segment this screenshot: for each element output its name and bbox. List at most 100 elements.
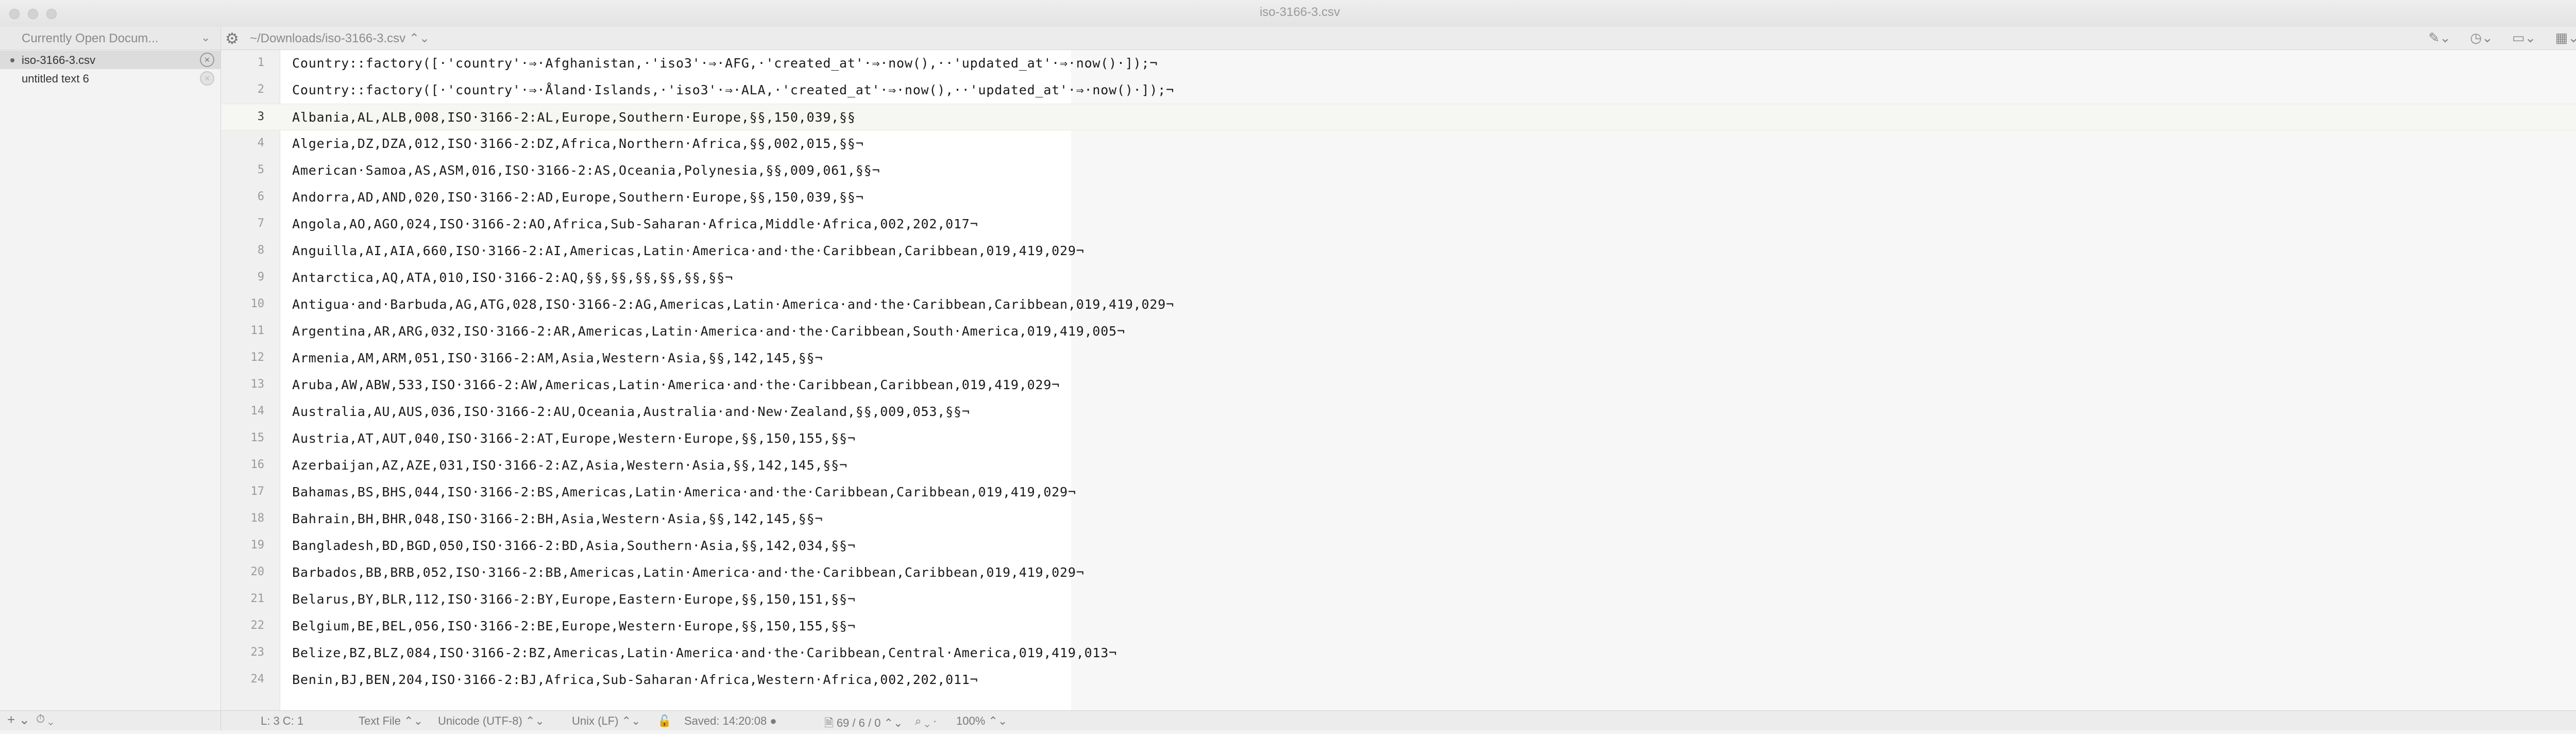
line-number: 20: [250, 565, 265, 578]
line-number: 7: [257, 217, 264, 230]
line-text[interactable]: Belgium,BE,BEL,056,ISO·3166-2:BE,Europe,…: [292, 619, 856, 633]
editor-line[interactable]: 4 Algeria,DZ,DZA,012,ISO·3166-2:DZ,Africa…: [221, 130, 2576, 157]
lock-icon[interactable]: 🔓: [657, 714, 671, 728]
editor-line[interactable]: 17 Bahamas,BS,BHS,044,ISO·3166-2:BS,Ameri…: [221, 479, 2576, 506]
editor-line[interactable]: 19 Bangladesh,BD,BGD,050,ISO·3166-2:BD,As…: [221, 532, 2576, 559]
editor-line[interactable]: 16 Azerbaijan,AZ,AZE,031,ISO·3166-2:AZ,As…: [221, 452, 2576, 479]
unsaved-indicator-icon: [10, 58, 14, 62]
line-text[interactable]: Australia,AU,AUS,036,ISO·3166-2:AU,Ocean…: [292, 404, 970, 419]
line-text[interactable]: Barbados,BB,BRB,052,ISO·3166-2:BB,Americ…: [292, 565, 1084, 580]
line-text[interactable]: Bangladesh,BD,BGD,050,ISO·3166-2:BD,Asia…: [292, 538, 856, 553]
gear-icon[interactable]: ⚙: [225, 30, 239, 48]
sidebar-tools: + ⌄ ⏱ ⌄: [0, 711, 221, 730]
line-text[interactable]: Bahamas,BS,BHS,044,ISO·3166-2:BS,America…: [292, 485, 1076, 499]
line-endings-popup[interactable]: Unix (LF) ⌃⌄: [572, 714, 640, 728]
line-number: 3: [257, 110, 264, 123]
line-text[interactable]: Belarus,BY,BLR,112,ISO·3166-2:BY,Europe,…: [292, 592, 856, 607]
editor-line[interactable]: 23 Belize,BZ,BLZ,084,ISO·3166-2:BZ,Americ…: [221, 640, 2576, 666]
editor-line[interactable]: 6 Andorra,AD,AND,020,ISO·3166-2:AD,Europe…: [221, 184, 2576, 211]
cursor-position[interactable]: L: 3 C: 1: [261, 714, 303, 728]
editor-window: iso-3166-3.csv Currently Open Docum... ⌄…: [0, 0, 2576, 730]
editor-line[interactable]: 11 Argentina,AR,ARG,032,ISO·3166-2:AR,Ame…: [221, 318, 2576, 345]
editor-line[interactable]: 9 Antarctica,AQ,ATA,010,ISO·3166-2:AQ,§§,…: [221, 264, 2576, 291]
line-number: 22: [250, 619, 265, 632]
line-text[interactable]: Antarctica,AQ,ATA,010,ISO·3166-2:AQ,§§,§…: [292, 270, 733, 285]
pen-icon[interactable]: ✎⌄: [2429, 30, 2451, 45]
line-number: 2: [257, 83, 264, 96]
line-number: 23: [250, 646, 265, 659]
line-text[interactable]: Armenia,AM,ARM,051,ISO·3166-2:AM,Asia,We…: [292, 351, 823, 365]
saved-status: Saved: 14:20:08 ●: [684, 714, 777, 727]
text-editor[interactable]: 1 Country::factory([·'country'·⇒·Afghanis…: [221, 50, 2576, 710]
recent-history-button[interactable]: ⏱ ⌄: [36, 712, 54, 726]
line-text[interactable]: Argentina,AR,ARG,032,ISO·3166-2:AR,Ameri…: [292, 324, 1125, 339]
line-text[interactable]: Andorra,AD,AND,020,ISO·3166-2:AD,Europe,…: [292, 190, 864, 205]
editor-line[interactable]: 13 Aruba,AW,ABW,533,ISO·3166-2:AW,America…: [221, 372, 2576, 398]
line-text[interactable]: Angola,AO,AGO,024,ISO·3166-2:AO,Africa,S…: [292, 216, 978, 231]
line-number: 11: [250, 324, 265, 337]
window-layout-icon[interactable]: ▦⌄: [2555, 30, 2576, 45]
line-text[interactable]: Aruba,AW,ABW,533,ISO·3166-2:AW,Americas,…: [292, 377, 1060, 392]
editor-line[interactable]: 7 Angola,AO,AGO,024,ISO·3166-2:AO,Africa,…: [221, 211, 2576, 238]
line-number: 17: [250, 485, 265, 498]
editor-line[interactable]: 10 Antigua·and·Barbuda,AG,ATG,028,ISO·316…: [221, 291, 2576, 318]
line-text[interactable]: Austria,AT,AUT,040,ISO·3166-2:AT,Europe,…: [292, 431, 856, 446]
split-view-icon[interactable]: ▭⌄: [2512, 30, 2536, 45]
open-documents-title: Currently Open Docum...: [22, 31, 159, 45]
window-title: iso-3166-3.csv: [1259, 5, 1341, 19]
line-text[interactable]: American·Samoa,AS,ASM,016,ISO·3166-2:AS,…: [292, 163, 880, 178]
editor-line[interactable]: 2 Country::factory([·'country'·⇒·Åland·Is…: [221, 77, 2576, 104]
line-text[interactable]: Country::factory([·'country'·⇒·Afghanist…: [292, 56, 1158, 71]
close-document-icon[interactable]: ×: [200, 71, 214, 86]
line-text[interactable]: Country::factory([·'country'·⇒·Åland·Isl…: [292, 82, 1174, 97]
line-text[interactable]: Bahrain,BH,BHR,048,ISO·3166-2:BH,Asia,We…: [292, 511, 823, 526]
editor-line[interactable]: 12 Armenia,AM,ARM,051,ISO·3166-2:AM,Asia,…: [221, 345, 2576, 372]
editor-line[interactable]: 5 American·Samoa,AS,ASM,016,ISO·3166-2:AS…: [221, 157, 2576, 184]
editor-line[interactable]: 22 Belgium,BE,BEL,056,ISO·3166-2:BE,Europ…: [221, 613, 2576, 640]
add-document-button[interactable]: + ⌄: [7, 712, 30, 728]
line-number: 5: [257, 163, 264, 176]
close-document-icon[interactable]: ×: [200, 53, 214, 67]
line-text[interactable]: Azerbaijan,AZ,AZE,031,ISO·3166-2:AZ,Asia…: [292, 458, 848, 473]
encoding-popup[interactable]: Unicode (UTF-8) ⌃⌄: [438, 714, 545, 728]
editor-line[interactable]: 20 Barbados,BB,BRB,052,ISO·3166-2:BB,Amer…: [221, 559, 2576, 586]
editor-line[interactable]: 24 Benin,BJ,BEN,204,ISO·3166-2:BJ,Africa,…: [221, 666, 2576, 693]
open-documents-sidebar: Currently Open Docum... ⌄ iso-3166-3.csv…: [0, 27, 221, 710]
line-number: 4: [257, 137, 264, 149]
editor-line[interactable]: 15 Austria,AT,AUT,040,ISO·3166-2:AT,Europ…: [221, 425, 2576, 452]
zoom-level-popup[interactable]: 100% ⌃⌄: [956, 714, 1007, 728]
title-bar: iso-3166-3.csv: [0, 0, 2576, 27]
open-documents-header[interactable]: Currently Open Docum... ⌄: [0, 27, 221, 50]
line-text[interactable]: Anguilla,AI,AIA,660,ISO·3166-2:AI,Americ…: [292, 243, 1084, 258]
chevron-down-icon[interactable]: ⌄: [201, 31, 210, 44]
line-text[interactable]: Antigua·and·Barbuda,AG,ATG,028,ISO·3166-…: [292, 297, 1174, 312]
line-number: 9: [257, 271, 264, 283]
editor-line[interactable]: 8 Anguilla,AI,AIA,660,ISO·3166-2:AI,Ameri…: [221, 238, 2576, 264]
document-item-iso-3166-3[interactable]: iso-3166-3.csv ×: [0, 51, 221, 69]
zoom-control[interactable]: ⌕ ⌄ ·: [915, 714, 937, 728]
document-counts[interactable]: 🗎 69 / 6 / 0 ⌃⌄: [824, 714, 903, 734]
editor-line[interactable]: 21 Belarus,BY,BLR,112,ISO·3166-2:BY,Europ…: [221, 586, 2576, 613]
path-bar: ⚙ ~/Downloads/iso-3166-3.csv ⌃⌄ ✎⌄ ◷⌄ ▭⌄…: [221, 27, 2576, 50]
line-text[interactable]: Albania,AL,ALB,008,ISO·3166-2:AL,Europe,…: [292, 110, 856, 125]
editor-line[interactable]: 14 Australia,AU,AUS,036,ISO·3166-2:AU,Oce…: [221, 398, 2576, 425]
file-path-popup[interactable]: ~/Downloads/iso-3166-3.csv ⌃⌄: [250, 31, 430, 46]
line-number: 14: [250, 405, 265, 418]
status-bar: + ⌄ ⏱ ⌄ L: 3 C: 1 Text File ⌃⌄ Unicode (…: [0, 710, 2576, 730]
line-text[interactable]: Benin,BJ,BEN,204,ISO·3166-2:BJ,Africa,Su…: [292, 672, 978, 687]
line-number: 24: [250, 673, 265, 686]
document-name: iso-3166-3.csv: [22, 54, 96, 66]
document-item-untitled-text-6[interactable]: untitled text 6 ×: [0, 69, 221, 88]
file-type-popup[interactable]: Text File ⌃⌄: [359, 714, 423, 728]
editor-line[interactable]: 1 Country::factory([·'country'·⇒·Afghanis…: [221, 50, 2576, 77]
line-number: 21: [250, 592, 265, 605]
history-icon[interactable]: ◷⌄: [2470, 30, 2493, 45]
line-number: 12: [250, 351, 265, 364]
line-number: 13: [250, 378, 265, 391]
editor-line-current[interactable]: 3 Albania,AL,ALB,008,ISO·3166-2:AL,Europe…: [221, 104, 2576, 130]
file-path: ~/Downloads/iso-3166-3.csv: [250, 31, 406, 45]
line-text[interactable]: Belize,BZ,BLZ,084,ISO·3166-2:BZ,Americas…: [292, 645, 1117, 660]
line-number: 1: [257, 56, 264, 69]
editor-line[interactable]: 18 Bahrain,BH,BHR,048,ISO·3166-2:BH,Asia,…: [221, 506, 2576, 532]
line-text[interactable]: Algeria,DZ,DZA,012,ISO·3166-2:DZ,Africa,…: [292, 136, 864, 151]
